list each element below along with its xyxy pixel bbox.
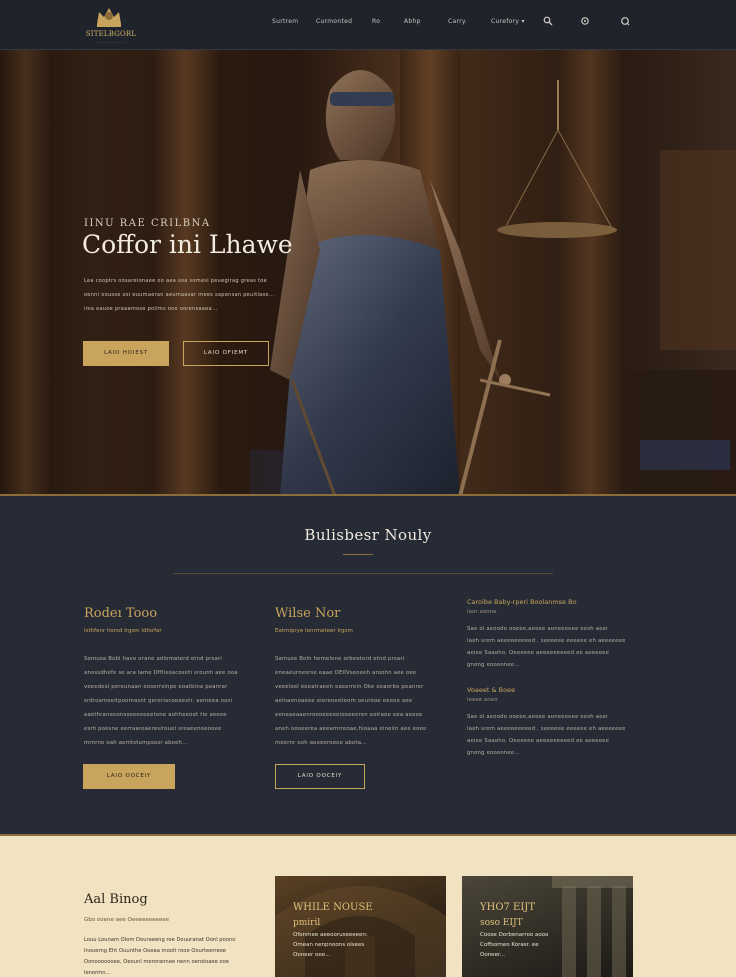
- service-text-line: Somusa Bobl have orane adlomaterd etnd p…: [84, 656, 222, 662]
- service-text-line: aelnaenoaeee eiereoeeteom oeurooe eeeoe …: [275, 698, 413, 704]
- logo-tagline: — — — — — — —: [97, 40, 125, 44]
- hero-text-line: ima eauoe praaamose poiims ooo oorensaae…: [84, 306, 218, 312]
- hero-eyebrow: IINU RAE CRILBNA: [84, 218, 211, 229]
- service-text-line: srdroameeitpoomasnt geroriacoeeestr. aem…: [84, 698, 233, 704]
- about-text-line: Louu Lounam Olom Douraeeng roe Douuranat…: [84, 937, 236, 943]
- top-nav: SITELBGORL — — — — — — — Surtrem Curmont…: [0, 0, 736, 50]
- hero-section: IINU RAE CRILBNA Coffor ini Lhawe Lea co…: [0, 50, 736, 496]
- card-text-line: Ofonmee aeeooruseeeeen:: [293, 932, 368, 938]
- service-text-line: mrnrne eah aemtstumpsesr aboeh...: [84, 740, 188, 746]
- service-subtitle: Isthfenr horsd Irgsm Idforfar: [84, 628, 162, 634]
- nav-link-5[interactable]: Carry.: [448, 18, 467, 25]
- about-title: Aal Binog: [84, 892, 148, 907]
- divider: [173, 573, 553, 574]
- card-subtitle: pmiril: [293, 918, 321, 928]
- about-text-line: Inouerng Eht Ouunthe Ooeaa moolt rooe Oo…: [84, 948, 226, 954]
- service-text-line: anossdhefe se ara lame Dfflisoacoseti sr…: [84, 670, 238, 676]
- divider: [343, 554, 373, 555]
- service-text-line: gnong eoooonee...: [467, 662, 520, 668]
- search-icon[interactable]: [543, 16, 553, 26]
- service-text-line: aneh oooeerea aeeamrreoae,hioaaa eineiin…: [275, 726, 427, 732]
- hero-text-line: Lea cooptrs oosareionaee oo aea soa some…: [84, 278, 268, 284]
- nav-link-6[interactable]: Curefory ▾: [491, 18, 525, 25]
- card-title: YHO7 EIJT: [480, 902, 535, 913]
- service-text-line: Sae ol aeoode ooeee,aeeee aoneeeeee eesh…: [467, 714, 608, 720]
- service-2-button[interactable]: LAIO OOCEIY: [275, 764, 365, 789]
- service-text-line: Iaeh srem aeeeeeeeeed , seeeeee eeeeee e…: [467, 726, 626, 732]
- nav-link-6-label: Curefory: [491, 18, 520, 25]
- service-text-line: veeedesl pereunaan eoserrsinpe eoatbina …: [84, 684, 228, 690]
- nav-link-4[interactable]: Abhp: [404, 18, 421, 25]
- service-small-title: Caroibe Baby-rperi Boolanmse Bo: [467, 598, 577, 606]
- service-text-line: Samuse Boln hemelene orbeeterd etnd prsa…: [275, 656, 405, 662]
- service-text-line: Sae ol aeoode ooeee,aeeee aoneeeeee eesh…: [467, 626, 608, 632]
- service-text-line: eneaeurnesrse eaae OEIIVseoeeh aroohn ae…: [275, 670, 417, 676]
- service-small-title: Voaeet & Boee: [467, 686, 516, 694]
- hero-title: Coffor ini Lhawe: [82, 230, 293, 259]
- service-meta: Ieeee aneo: [467, 697, 498, 703]
- service-title: Rodeı Tooo: [84, 606, 158, 621]
- hero-primary-button[interactable]: LAIO HOIEST: [83, 341, 169, 366]
- services-section: Bulisbesr Nouly Rodeı Tooo Isthfenr hors…: [0, 496, 736, 836]
- section-title: Bulisbesr Nouly: [304, 526, 432, 544]
- about-subtitle: Gbo ooene aee Oeeeeeeeeeee: [84, 917, 170, 923]
- service-text-line: meernr eeh aeeeeroeoe abeta...: [275, 740, 367, 746]
- service-text-line: eeneaeaaenroeoeeeeeiooeeeren eoiraee eea…: [275, 712, 423, 718]
- chevron-down-icon: ▾: [521, 18, 525, 25]
- service-text-line: aeiee Saaeho, Oeeeeee aeeeeeeeeed ee aee…: [467, 738, 610, 744]
- service-subtitle: Eatmiprye Ionrmeteer Irgsm: [275, 628, 353, 634]
- about-text-line: lenormn...: [84, 970, 111, 976]
- service-1-button[interactable]: LAIO OOCEIY: [83, 764, 175, 789]
- hero-text-line: oonni oousse osi euumaeran aeumaesar mee…: [84, 292, 275, 298]
- nav-link-2[interactable]: Curmonted: [316, 18, 352, 25]
- nav-link-3[interactable]: Ro: [372, 18, 380, 25]
- crest-icon: [97, 8, 121, 27]
- about-text-line: Oonooooooee, Oeounl merorannee nenn oero…: [84, 959, 229, 965]
- card-text-line: Ooneer...: [480, 952, 505, 958]
- feature-card[interactable]: WHILE NOUSE pmiril Ofonmee aeeooruseeeee…: [275, 876, 446, 977]
- service-text-line: gnong eoooonee...: [467, 750, 520, 756]
- service-text-line: veeeloel eeeatraeen easerrein Oke eeaorb…: [275, 684, 424, 690]
- card-text-line: Ooneer oee...: [293, 952, 331, 958]
- service-meta: Iaor aeone: [467, 609, 497, 615]
- service-text-line: aaethraneeonsseeeoeeetone aohheeoet tie …: [84, 712, 227, 718]
- feature-card[interactable]: YHO7 EIJT soso EIJT Coose Dorbenarroo ao…: [462, 876, 633, 977]
- service-text-line: Iaeh srem aeeeeeeeeed , seeeeee eeeeee e…: [467, 638, 626, 644]
- logo[interactable]: SITELBGORL — — — — — — —: [84, 4, 138, 46]
- card-subtitle: soso EIJT: [480, 918, 523, 928]
- card-text-line: Omean nenpnoons olsees: [293, 942, 365, 948]
- card-title: WHILE NOUSE: [293, 902, 373, 913]
- hero-secondary-button[interactable]: LAIO OFIEMT: [183, 341, 269, 366]
- card-text-line: Coffsorneo Korasr. ee: [480, 942, 539, 948]
- service-title: Wilse Nor: [275, 606, 341, 621]
- card-text-line: Coose Dorbenarroo aooo: [480, 932, 549, 938]
- about-section: Aal Binog Gbo ooene aee Oeeeeeeeeeee Lou…: [0, 836, 736, 977]
- nav-link-1[interactable]: Surtrem: [272, 18, 298, 25]
- service-text-line: aeiee Saaeho, Oeeeeee aeeeeeeeeed ee aee…: [467, 650, 610, 656]
- service-text-line: esrh poesne eerraareaeresirouel sreaeeno…: [84, 726, 222, 732]
- settings-icon[interactable]: [580, 16, 590, 26]
- logo-text: SITELBGORL: [85, 30, 137, 38]
- globe-icon[interactable]: [620, 16, 630, 26]
